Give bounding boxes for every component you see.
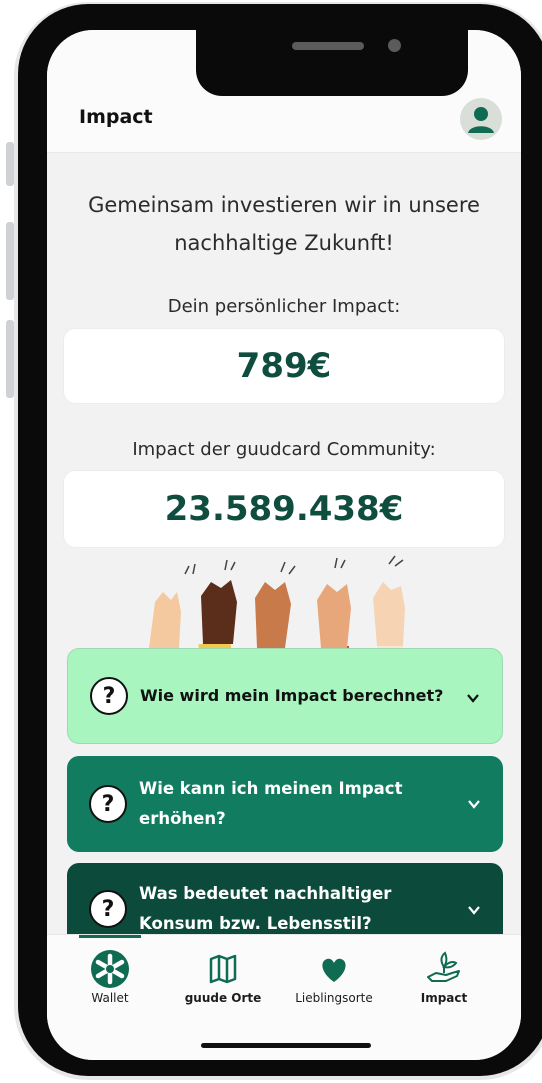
personal-impact-value: 789€ <box>236 346 332 386</box>
personal-impact-card: 789€ <box>63 328 505 404</box>
faq-question-line-2: erhöhen? <box>139 809 226 828</box>
nav-item-impact[interactable]: Impact <box>389 935 499 1015</box>
user-icon <box>468 107 494 133</box>
intro-line-2: nachhaltige Zukunft! <box>174 231 394 255</box>
community-impact-card: 23.589.438€ <box>63 470 505 548</box>
faq-question: Wie wird mein Impact berechnet? <box>140 686 444 705</box>
active-tab-indicator <box>79 935 141 938</box>
profile-button[interactable] <box>460 98 502 140</box>
asterisk-logo-icon <box>91 950 129 988</box>
page-title: Impact <box>79 106 153 128</box>
faq-question: Was bedeutet nachhaltiger Konsum bzw. Le… <box>139 879 391 939</box>
phone-notch <box>196 30 468 96</box>
personal-impact-label: Dein persönlicher Impact: <box>167 296 401 317</box>
chevron-down-icon <box>467 694 479 703</box>
intro-line-1: Gemeinsam investieren wir in unsere <box>88 193 480 217</box>
intro-text: Gemeinsam investieren wir in unsere nach… <box>47 186 521 262</box>
volume-down-button <box>6 320 14 398</box>
community-impact-label: Impact der guudcard Community: <box>132 439 436 460</box>
nav-item-guude-orte[interactable]: guude Orte <box>168 935 278 1015</box>
nav-item-wallet[interactable]: Wallet <box>55 935 165 1015</box>
nav-label: Lieblingsorte <box>295 991 373 1005</box>
home-indicator[interactable] <box>201 1043 371 1048</box>
nav-label: guude Orte <box>184 991 262 1005</box>
question-mark-icon: ? <box>90 677 128 715</box>
faq-question-line-1: Was bedeutet nachhaltiger <box>139 884 392 903</box>
question-mark-icon: ? <box>89 890 127 928</box>
faq-item-increase-impact[interactable]: ? Wie kann ich meinen Impact erhöhen? <box>67 756 503 852</box>
bottom-navigation: Wallet guude Orte Lieblingsorte Impact <box>47 934 521 1060</box>
mute-switch <box>6 142 14 186</box>
heart-icon <box>322 958 346 982</box>
hand-plant-icon <box>427 951 460 982</box>
community-impact-value: 23.589.438€ <box>164 489 404 529</box>
nav-label: Impact <box>420 991 468 1005</box>
faq-item-impact-calculation[interactable]: ? Wie wird mein Impact berechnet? <box>67 648 503 744</box>
front-camera <box>388 39 401 52</box>
app-screen: Impact Gemeinsam investieren wir in unse… <box>47 30 521 1060</box>
chevron-down-icon <box>468 800 480 809</box>
speaker <box>292 42 364 50</box>
chevron-down-icon <box>468 906 480 915</box>
map-icon <box>209 954 237 984</box>
question-mark-icon: ? <box>89 785 127 823</box>
nav-label: Wallet <box>91 991 129 1005</box>
faq-question-line-1: Wie kann ich meinen Impact <box>139 779 403 798</box>
nav-item-lieblingsorte[interactable]: Lieblingsorte <box>279 935 389 1015</box>
faq-question: Wie kann ich meinen Impact erhöhen? <box>139 774 402 834</box>
volume-up-button <box>6 222 14 300</box>
